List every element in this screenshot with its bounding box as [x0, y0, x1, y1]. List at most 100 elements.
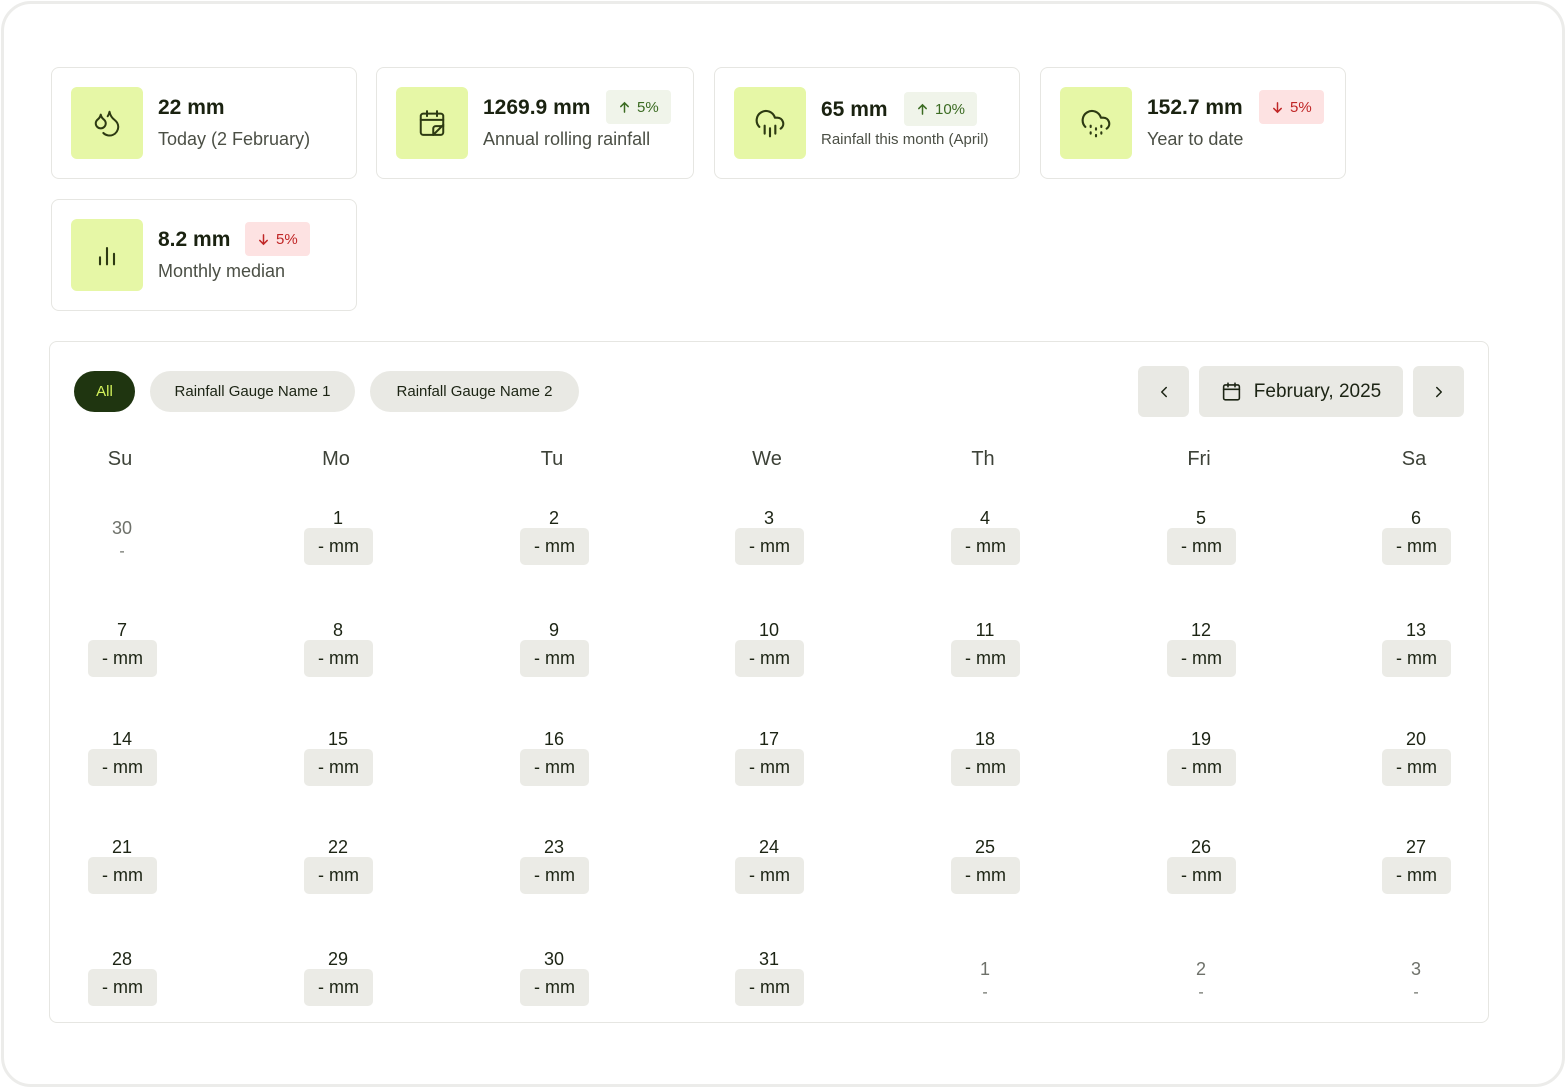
stat-card-month: 65 mm 10% Rainfall this month (April) [714, 67, 1020, 179]
day-number: 20 [1405, 729, 1427, 749]
day-rainfall-value[interactable]: - mm [951, 857, 1020, 894]
day-number-outside-month: 30 [111, 518, 133, 538]
day-rainfall-value[interactable]: - mm [88, 640, 157, 677]
day-rainfall-value[interactable]: - mm [520, 640, 589, 677]
trend-value: 5% [1290, 98, 1312, 116]
day-number: 3 [763, 508, 774, 528]
day-rainfall-value[interactable]: - mm [951, 528, 1020, 565]
stat-value: 65 mm [821, 98, 888, 121]
cloud-drizzle-icon [1060, 87, 1132, 159]
day-number: 6 [1410, 508, 1421, 528]
stat-card-today: 22 mm Today (2 February) [51, 67, 357, 179]
day-rainfall-value[interactable]: - mm [735, 640, 804, 677]
day-number-outside-month: 2 [1195, 959, 1206, 979]
filter-chip-gauge-1[interactable]: Rainfall Gauge Name 1 [150, 371, 355, 412]
day-rainfall-value[interactable]: - mm [735, 749, 804, 786]
stat-label: Today (2 February) [158, 129, 311, 149]
trend-value: 10% [935, 100, 966, 118]
stat-value: 8.2 mm [158, 228, 231, 251]
day-number: 28 [111, 949, 133, 969]
day-rainfall-value[interactable]: - mm [304, 640, 373, 677]
day-number: 12 [1190, 620, 1212, 640]
day-rainfall-value[interactable]: - mm [520, 749, 589, 786]
day-number: 22 [327, 837, 349, 857]
trend-badge-down: 5% [1259, 90, 1324, 124]
day-number: 17 [758, 729, 780, 749]
day-number: 27 [1405, 837, 1427, 857]
filter-chip-all[interactable]: All [74, 371, 135, 412]
stat-value: 152.7 mm [1147, 96, 1243, 119]
day-rainfall-value[interactable]: - mm [1382, 749, 1451, 786]
weekday-header: Sa [1401, 448, 1427, 470]
next-month-button[interactable] [1413, 366, 1464, 417]
cloud-rain-icon [734, 87, 806, 159]
weekday-header: Tu [540, 448, 564, 470]
weekday-header: Su [107, 448, 133, 470]
day-number: 4 [979, 508, 990, 528]
day-rainfall-value[interactable]: - mm [1382, 857, 1451, 894]
day-number: 8 [332, 620, 343, 640]
day-empty-value: - [1198, 984, 1204, 1001]
stat-label: Annual rolling rainfall [483, 129, 651, 149]
day-rainfall-value[interactable]: - mm [951, 640, 1020, 677]
day-rainfall-value[interactable]: - mm [520, 528, 589, 565]
day-rainfall-value[interactable]: - mm [735, 528, 804, 565]
droplets-icon [71, 87, 143, 159]
day-rainfall-value[interactable]: - mm [1167, 528, 1236, 565]
arrow-down-icon [259, 233, 268, 245]
day-number: 16 [543, 729, 565, 749]
day-rainfall-value[interactable]: - mm [88, 857, 157, 894]
day-number: 15 [327, 729, 349, 749]
day-rainfall-value[interactable]: - mm [304, 749, 373, 786]
arrow-up-icon [620, 101, 629, 113]
chevron-left-icon [1160, 386, 1167, 397]
month-label: February, 2025 [1253, 380, 1382, 402]
day-rainfall-value[interactable]: - mm [1382, 640, 1451, 677]
day-rainfall-value[interactable]: - mm [951, 749, 1020, 786]
day-number: 31 [758, 949, 780, 969]
arrow-down-icon [1273, 101, 1282, 113]
trend-value: 5% [637, 98, 659, 116]
stat-card-annual: 1269.9 mm 5% Annual rolling rainfall [376, 67, 694, 179]
day-number: 30 [543, 949, 565, 969]
day-rainfall-value[interactable]: - mm [520, 969, 589, 1006]
stat-value: 22 mm [158, 96, 225, 119]
month-picker-button[interactable]: February, 2025 [1199, 366, 1403, 417]
day-number-outside-month: 1 [979, 959, 990, 979]
day-number: 21 [111, 837, 133, 857]
day-empty-value: - [982, 984, 988, 1001]
day-number: 23 [543, 837, 565, 857]
day-rainfall-value[interactable]: - mm [88, 969, 157, 1006]
calendar-panel: All Rainfall Gauge Name 1 Rainfall Gauge… [49, 341, 1489, 1023]
day-empty-value: - [1413, 984, 1419, 1001]
day-rainfall-value[interactable]: - mm [304, 857, 373, 894]
filter-chip-gauge-2[interactable]: Rainfall Gauge Name 2 [370, 371, 579, 412]
day-number: 26 [1190, 837, 1212, 857]
trend-badge-up: 10% [904, 92, 978, 126]
day-rainfall-value[interactable]: - mm [735, 969, 804, 1006]
day-rainfall-value[interactable]: - mm [735, 857, 804, 894]
weekday-header: Fri [1187, 448, 1211, 470]
day-number: 18 [974, 729, 996, 749]
day-number: 14 [111, 729, 133, 749]
weekday-header: Mo [322, 448, 350, 470]
chevron-right-icon [1435, 386, 1442, 397]
day-rainfall-value[interactable]: - mm [88, 749, 157, 786]
day-number: 7 [116, 620, 127, 640]
day-rainfall-value[interactable]: - mm [1167, 640, 1236, 677]
trend-badge-up: 5% [606, 90, 671, 124]
day-rainfall-value[interactable]: - mm [1382, 528, 1451, 565]
trend-value: 5% [276, 230, 298, 248]
day-rainfall-value[interactable]: - mm [304, 969, 373, 1006]
day-rainfall-value[interactable]: - mm [1167, 749, 1236, 786]
day-number: 25 [974, 837, 996, 857]
stat-label: Rainfall this month (April) [821, 131, 989, 148]
stat-card-median: 8.2 mm 5% Monthly median [51, 199, 357, 311]
day-number: 2 [548, 508, 559, 528]
day-number-outside-month: 3 [1410, 959, 1421, 979]
stat-card-ytd: 152.7 mm 5% Year to date [1040, 67, 1346, 179]
day-rainfall-value[interactable]: - mm [1167, 857, 1236, 894]
day-rainfall-value[interactable]: - mm [304, 528, 373, 565]
day-rainfall-value[interactable]: - mm [520, 857, 589, 894]
prev-month-button[interactable] [1138, 366, 1189, 417]
